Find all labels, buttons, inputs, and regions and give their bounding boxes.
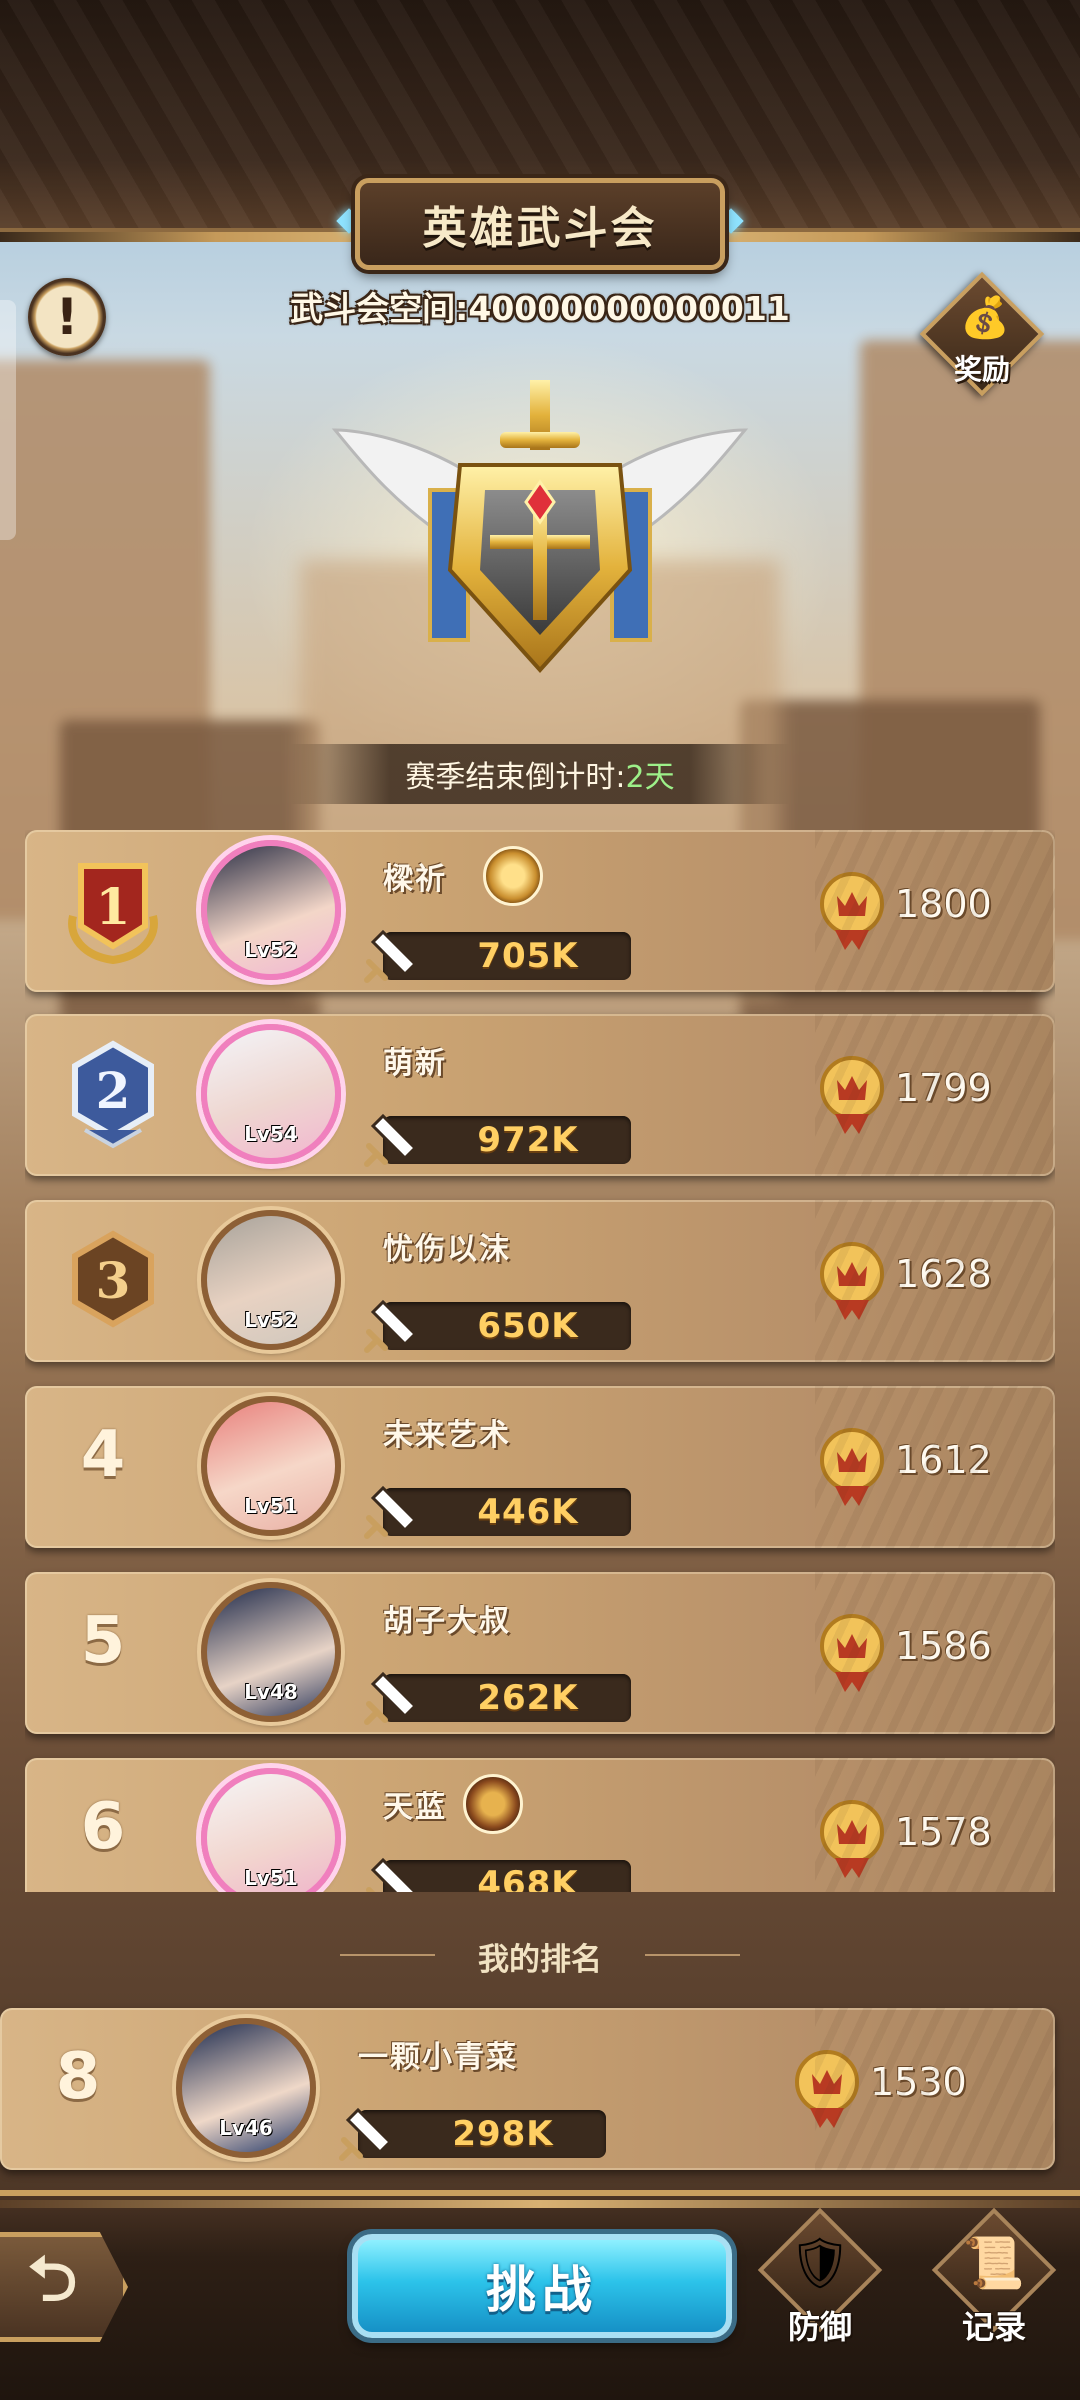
sword-icon [364, 1113, 418, 1167]
rank-number: 4 [80, 1418, 126, 1492]
power-value: 468K [477, 1864, 579, 1892]
arena-score: 1800 [895, 882, 992, 926]
rank-medal-gold-icon: 1 [68, 863, 158, 965]
challenge-button[interactable]: 挑战 [352, 2234, 732, 2338]
shield-icon: 🛡 [788, 2234, 852, 2292]
rank-medal-silver-icon: 2 [72, 1040, 154, 1149]
rank-number: 2 [96, 1061, 131, 1120]
avatar[interactable]: Lv52 [201, 1210, 341, 1350]
record-label: 记录 [961, 2308, 1026, 2346]
my-rank-row[interactable]: 8 Lv46 一颗小青菜 298K 1530 [0, 2008, 1055, 2170]
countdown-value: 2天 [625, 760, 675, 795]
side-drawer-handle[interactable] [0, 300, 16, 540]
player-level: Lv52 [244, 1308, 298, 1332]
arena-score: 1799 [895, 1066, 992, 1110]
trophy-icon [820, 1614, 884, 1692]
page-title-plate: 英雄武斗会 [355, 178, 725, 270]
rank-number: 6 [80, 1790, 126, 1864]
info-button[interactable]: ! [28, 278, 106, 356]
player-level: Lv52 [244, 938, 298, 962]
player-name: 忧伤以沫 [383, 1232, 511, 1267]
sword-icon [364, 1671, 418, 1725]
sword-icon [339, 2107, 393, 2161]
ranking-row[interactable]: 4 Lv51 未来艺术 446K 1612 [25, 1386, 1055, 1548]
sword-icon [366, 1857, 418, 1892]
arena-score: 1628 [895, 1252, 992, 1296]
avatar[interactable]: Lv48 [201, 1582, 341, 1722]
player-level: Lv54 [244, 1122, 298, 1146]
power-value: 705K [477, 936, 579, 976]
player-name: 未来艺术 [383, 1418, 511, 1453]
player-name: 天蓝 [383, 1790, 447, 1825]
ranking-list[interactable]: 1 Lv52 樑祈 705K 1800 2 Lv54 萌新 972K 1799 … [25, 830, 1055, 1892]
avatar[interactable]: Lv51 [201, 1396, 341, 1536]
countdown-label: 赛季结束倒计时: [405, 760, 626, 795]
arena-score: 1578 [895, 1810, 992, 1854]
avatar[interactable]: Lv52 [201, 840, 341, 980]
trophy-icon [820, 1428, 884, 1506]
rank-number: 5 [80, 1604, 126, 1678]
player-level: Lv46 [219, 2116, 273, 2140]
season-countdown: 赛季结束倒计时: 2天 [290, 744, 790, 804]
scroll-quill-icon: 📜 [962, 2234, 1026, 2292]
rank-medal-bronze-icon: 3 [72, 1230, 154, 1328]
arena-score: 1586 [895, 1624, 992, 1668]
my-rank-label: 我的排名 [340, 1934, 740, 1979]
reward-label: 奖励 [953, 353, 1010, 386]
defense-label: 防御 [787, 2308, 852, 2346]
trophy-icon [795, 2050, 859, 2128]
ranking-row[interactable]: 2 Lv54 萌新 972K 1799 [25, 1014, 1055, 1176]
avatar[interactable]: Lv54 [201, 1024, 341, 1164]
page-title: 英雄武斗会 [422, 203, 658, 254]
info-icon: ! [55, 288, 79, 346]
record-button[interactable]: 📜 记录 [930, 2207, 1058, 2352]
arena-score: 1612 [895, 1438, 992, 1482]
player-level: Lv51 [244, 1494, 298, 1518]
trophy-icon [820, 872, 884, 950]
rank-number: 3 [96, 1251, 131, 1310]
avatar[interactable]: Lv46 [176, 2018, 316, 2158]
arena-space-id: 武斗会空间:40000000000011 [290, 289, 790, 328]
ranking-row[interactable]: 1 Lv52 樑祈 705K 1800 [25, 830, 1055, 992]
rank-number: 1 [96, 877, 131, 936]
rank-number: 8 [55, 2040, 101, 2114]
trophy-icon [820, 1242, 884, 1320]
power-value: 262K [477, 1678, 579, 1718]
ranking-row[interactable]: 6 Lv51 天蓝 468K 1578 [25, 1758, 1055, 1892]
power-value: 972K [477, 1120, 579, 1160]
title-badge-icon [463, 1774, 523, 1834]
ranking-row[interactable]: 5 Lv48 胡子大叔 262K 1586 [25, 1572, 1055, 1734]
defense-button[interactable]: 🛡 防御 [756, 2207, 884, 2352]
player-name: 一颗小青菜 [358, 2040, 518, 2075]
player-name: 樑祈 [383, 862, 447, 897]
money-bag-icon: 💰 [960, 295, 1010, 341]
avatar[interactable]: Lv51 [201, 1768, 341, 1892]
player-level: Lv48 [244, 1680, 298, 1704]
player-level: Lv51 [244, 1866, 298, 1890]
sword-icon [364, 929, 418, 983]
player-name: 萌新 [383, 1046, 447, 1081]
back-arrow-icon: ⮌ [27, 2241, 78, 2315]
player-name: 胡子大叔 [383, 1604, 511, 1639]
helmet-emblem-icon [331, 380, 749, 673]
power-value: 446K [477, 1492, 579, 1532]
reward-button[interactable]: 💰 奖励 [919, 271, 1045, 397]
sword-icon [364, 1485, 418, 1539]
ranking-row[interactable]: 3 Lv52 忧伤以沫 650K 1628 [25, 1200, 1055, 1362]
trophy-icon [820, 1800, 884, 1878]
power-value: 650K [477, 1306, 579, 1346]
title-badge-icon [483, 846, 543, 906]
challenge-label: 挑战 [486, 2261, 598, 2319]
sword-icon [364, 1299, 418, 1353]
power-value: 298K [452, 2114, 554, 2154]
trophy-icon [820, 1056, 884, 1134]
arena-score: 1530 [870, 2060, 967, 2104]
